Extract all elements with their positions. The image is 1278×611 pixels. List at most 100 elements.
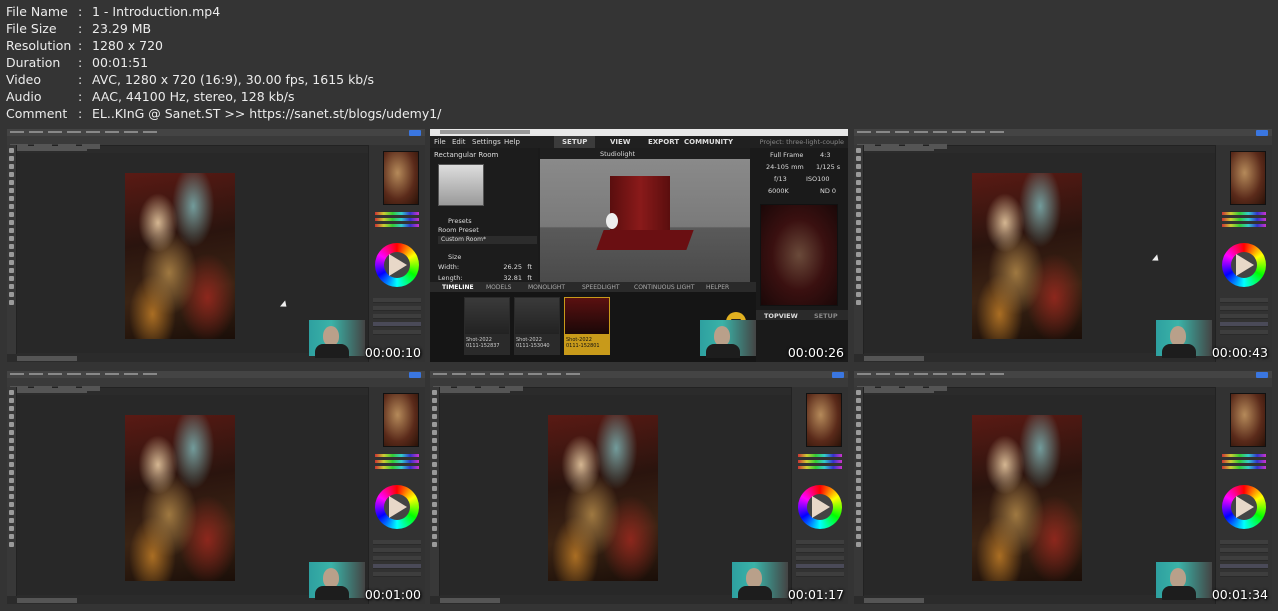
color-sliders [375,451,419,472]
lens-focal[interactable]: 24-105 mm [766,163,804,171]
length-unit: ft [527,274,532,282]
menu-file[interactable]: File [434,138,446,146]
webcam-overlay [309,320,365,358]
file-info: File Name:1 - Introduction.mp4 File Size… [6,3,441,122]
status-bar [17,598,77,603]
tab-setup-bottom[interactable]: SETUP [814,312,838,320]
menu-edit[interactable]: Edit [452,138,466,146]
room-preset-dropdown[interactable]: Custom Room* [438,236,537,244]
webcam-overlay [309,562,365,600]
size-header[interactable]: Size [448,253,461,261]
status-bar [864,598,924,603]
red-curtain [610,176,670,231]
ps-toolbar [854,387,864,596]
ps-right-panel [1215,387,1272,604]
ps-toolbar [430,387,440,596]
window-titlebar [430,129,848,136]
ps-right-panel [368,387,425,604]
tab-setup[interactable]: SETUP [554,136,596,148]
tab-view[interactable]: VIEW [610,138,631,146]
info-row-file-name: File Name:1 - Introduction.mp4 [6,4,221,19]
width-label: Width: [438,263,460,271]
room-title: Rectangular Room [434,151,499,159]
webcam-overlay [700,320,756,358]
shutter-speed[interactable]: 1/125 s [816,163,840,171]
3d-viewport[interactable]: Studiolight [540,148,750,282]
layers-panel [1220,295,1268,338]
status-bar [440,598,500,603]
ps-menubar [430,371,848,378]
thumbnail-6[interactable]: 00:01:34 [854,371,1272,604]
navigator-preview [1230,393,1266,447]
white-balance[interactable]: 6000K [768,187,789,195]
layers-panel [796,537,844,580]
project-name: Project: three-light-couple [759,138,844,146]
menu-settings[interactable]: Settings [472,138,501,146]
nd-filter[interactable]: ND 0 [820,187,836,195]
info-row-video: Video: AVC, 1280 x 720 (16:9), 30.00 fps,… [6,72,374,87]
ps-options-bar [854,378,1272,391]
thumbnail-4[interactable]: 00:01:00 [7,371,425,604]
iso[interactable]: ISO100 [806,175,830,183]
layers-panel [373,537,421,580]
tab-topview[interactable]: TOPVIEW [764,312,798,320]
width-unit: ft [527,263,532,271]
navigator-preview [806,393,842,447]
tab-continuous-light[interactable]: CONTINUOUS LIGHT [634,284,694,291]
ps-options-bar [7,136,425,149]
room-thumbnail[interactable] [438,164,484,206]
info-row-audio: Audio: AAC, 44100 Hz, stereo, 128 kb/s [6,89,295,104]
menu-help[interactable]: Help [504,138,520,146]
tab-community[interactable]: COMMUNITY [684,138,733,146]
info-row-file-size: File Size:23.29 MB [6,21,152,36]
status-bar [17,356,77,361]
ps-right-panel [791,387,848,604]
shot-thumbnail-1[interactable]: Shot-2022 0111-152837 [464,297,510,355]
shot-id: 0111-152801 [566,343,600,349]
thumbnail-5[interactable]: 00:01:17 [430,371,848,604]
aspect-ratio[interactable]: 4:3 [820,151,830,159]
timestamp: 00:01:00 [364,587,421,602]
color-wheel-icon [375,243,419,287]
ps-menubar [854,371,1272,378]
ps-options-bar [430,378,848,391]
navigator-preview [383,151,419,205]
tab-models[interactable]: MODELS [486,284,511,291]
document-tab [864,388,934,393]
aperture[interactable]: f/13 [774,175,787,183]
presets-header[interactable]: Presets [448,217,472,225]
webcam-overlay [1156,320,1212,358]
shot-thumbnail-2[interactable]: Shot-2022 0111-153040 [514,297,560,355]
color-wheel-icon [1222,243,1266,287]
ps-menubar [854,129,1272,136]
tab-timeline[interactable]: TIMELINE [442,284,474,291]
shot-id: 0111-152837 [466,343,500,349]
navigator-preview [1230,151,1266,205]
room-settings-panel: Rectangular Room Presets Room Preset Cus… [430,148,538,282]
shot-thumbnail-3[interactable]: Shot-2022 0111-152801 [564,297,610,355]
baroque-painting [125,173,235,339]
document-tab [440,388,510,393]
thumbnail-3[interactable]: 00:00:43 [854,129,1272,362]
thumbnail-2[interactable]: File Edit Settings Help SETUP VIEW EXPOR… [430,129,848,362]
thumbnail-1[interactable]: 00:00:10 [7,129,425,362]
tab-export[interactable]: EXPORT [648,138,679,146]
status-bar [864,356,924,361]
umbrella-light[interactable] [606,213,618,229]
tab-monolight[interactable]: MONOLIGHT [528,284,565,291]
bottom-tabs: TOPVIEW SETUP [756,310,848,320]
width-value[interactable]: 26.25 [503,263,522,271]
document-tab [17,388,87,393]
tab-speedlight[interactable]: SPEEDLIGHT [582,284,620,291]
baroque-painting [548,415,658,581]
ps-options-bar [854,136,1272,149]
tab-helper[interactable]: HELPER [706,284,729,291]
sensor-size[interactable]: Full Frame [770,151,803,159]
baroque-painting [125,415,235,581]
color-sliders [1222,209,1266,230]
camera-settings-panel: Full Frame 4:3 24-105 mm 1/125 s f/13 IS… [756,148,848,362]
length-value[interactable]: 32.81 [503,274,522,282]
color-wheel-icon [1222,485,1266,529]
ps-options-bar [7,378,425,391]
timestamp: 00:01:34 [1211,587,1268,602]
